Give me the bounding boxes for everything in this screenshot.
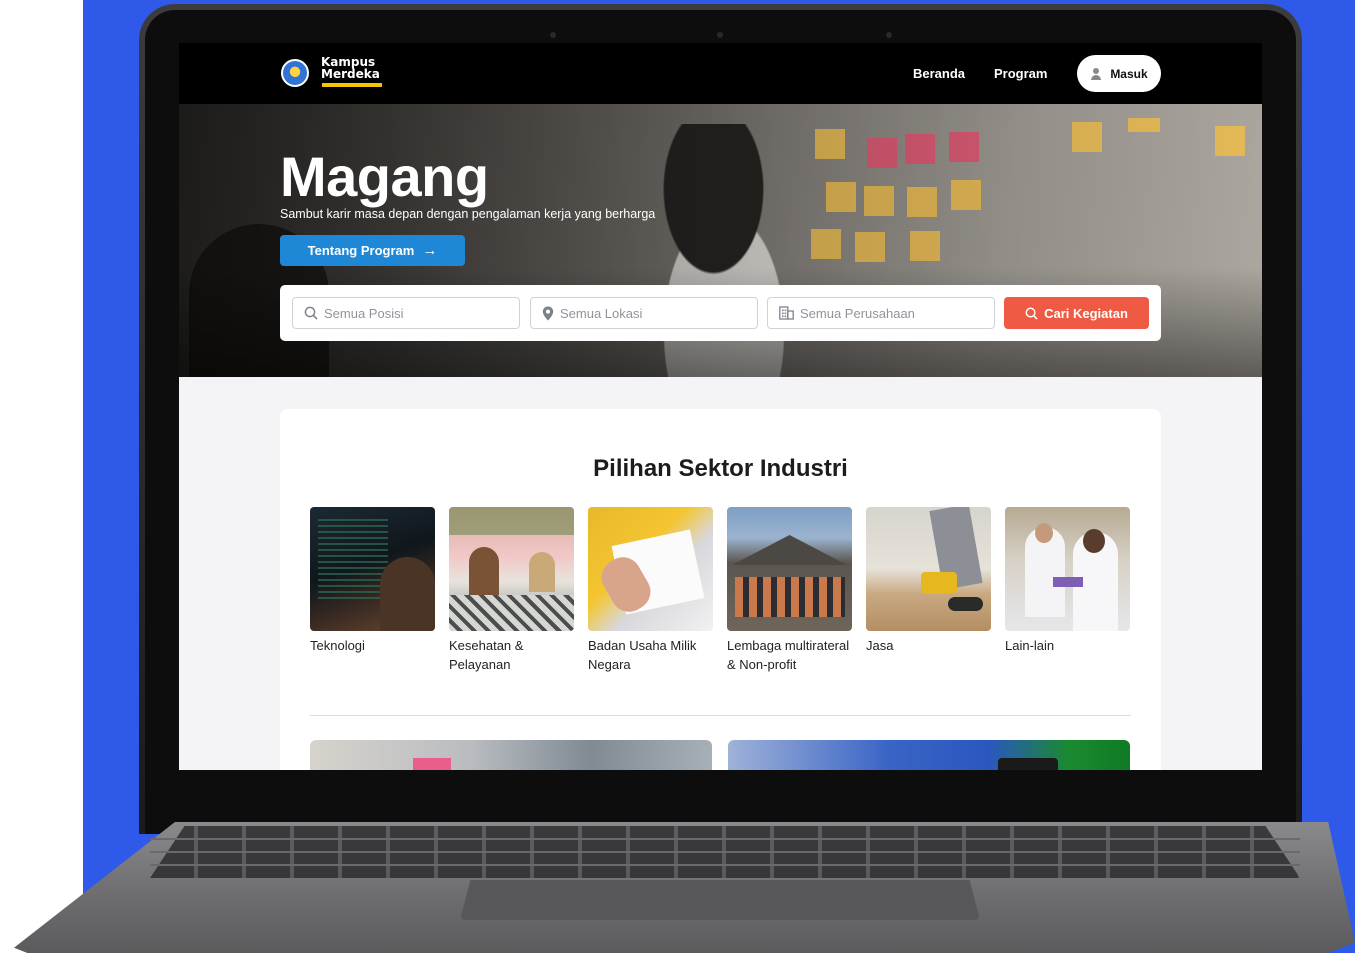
keyboard-row [150, 838, 1300, 840]
sector-label: Jasa [866, 638, 894, 653]
about-program-label: Tentang Program [307, 243, 415, 258]
program-card-image[interactable] [310, 740, 712, 770]
nav-link-beranda[interactable]: Beranda [913, 66, 965, 81]
arrow-right-icon: → [422, 242, 438, 259]
hero-subtitle: Sambut karir masa depan dengan pengalama… [280, 207, 656, 221]
about-program-button[interactable]: Tentang Program → [280, 235, 465, 266]
sector-section: Pilihan Sektor Industri Teknologi Keseha… [280, 409, 1161, 770]
user-icon [1090, 67, 1102, 80]
location-search-field[interactable]: Semua Lokasi [530, 297, 758, 329]
browser-screen: Kampus Merdeka Beranda Program Masuk Mag… [179, 43, 1262, 770]
search-icon [1025, 307, 1038, 320]
position-search-field[interactable]: Semua Posisi [292, 297, 520, 329]
sector-card-jasa[interactable]: Jasa [866, 507, 991, 656]
search-activity-button[interactable]: Cari Kegiatan [1004, 297, 1149, 329]
sector-label: Lembaga multirateral & Non-profit [727, 638, 850, 672]
top-navbar: Kampus Merdeka Beranda Program Masuk [179, 43, 1262, 104]
building-icon [779, 306, 794, 320]
section-divider [310, 715, 1131, 716]
search-activity-label: Cari Kegiatan [1044, 305, 1128, 321]
keyboard-row [150, 851, 1300, 853]
hero-title: Magang [280, 145, 489, 208]
location-search-placeholder: Semua Lokasi [560, 305, 643, 321]
search-icon [304, 306, 318, 320]
sensor-dot [550, 32, 556, 38]
logo-strip [322, 83, 382, 87]
company-search-field[interactable]: Semua Perusahaan [767, 297, 995, 329]
sector-label: Kesehatan & Pelayanan [449, 638, 524, 672]
logo-line-2: Merdeka [321, 67, 380, 81]
section-title: Pilihan Sektor Industri [593, 455, 848, 482]
sector-image [449, 507, 574, 631]
sector-card-teknologi[interactable]: Teknologi [310, 507, 435, 656]
sector-image [866, 507, 991, 631]
sector-card-lembaga[interactable]: Lembaga multirateral & Non-profit [727, 507, 852, 674]
company-search-placeholder: Semua Perusahaan [800, 305, 915, 321]
logo-wordmark[interactable]: Kampus Merdeka [321, 56, 380, 80]
sector-card-kesehatan[interactable]: Kesehatan & Pelayanan [449, 507, 574, 674]
sector-image [727, 507, 852, 631]
sector-image [588, 507, 713, 631]
location-pin-icon [542, 306, 554, 320]
program-card-image[interactable] [728, 740, 1130, 770]
sector-card-lain-lain[interactable]: Lain-lain [1005, 507, 1130, 656]
login-button-label: Masuk [1110, 66, 1148, 81]
sector-label: Badan Usaha Milik Negara [588, 638, 697, 672]
camera-dot [717, 32, 723, 38]
login-button[interactable]: Masuk [1077, 55, 1161, 92]
sector-label: Teknologi [310, 638, 365, 653]
sector-image [1005, 507, 1130, 631]
hero-banner: Magang Sambut karir masa depan dengan pe… [179, 104, 1262, 377]
sector-image [310, 507, 435, 631]
keyboard-row [150, 864, 1300, 866]
nav-link-program[interactable]: Program [994, 66, 1047, 81]
sector-label: Lain-lain [1005, 638, 1055, 653]
logo-emblem-icon[interactable] [281, 59, 309, 87]
search-card: Semua Posisi Semua Lokasi Semua Perusaha… [280, 285, 1161, 341]
sensor-dot [886, 32, 892, 38]
trackpad [460, 880, 980, 920]
position-search-placeholder: Semua Posisi [324, 305, 404, 321]
sector-card-bumn[interactable]: Badan Usaha Milik Negara [588, 507, 713, 674]
